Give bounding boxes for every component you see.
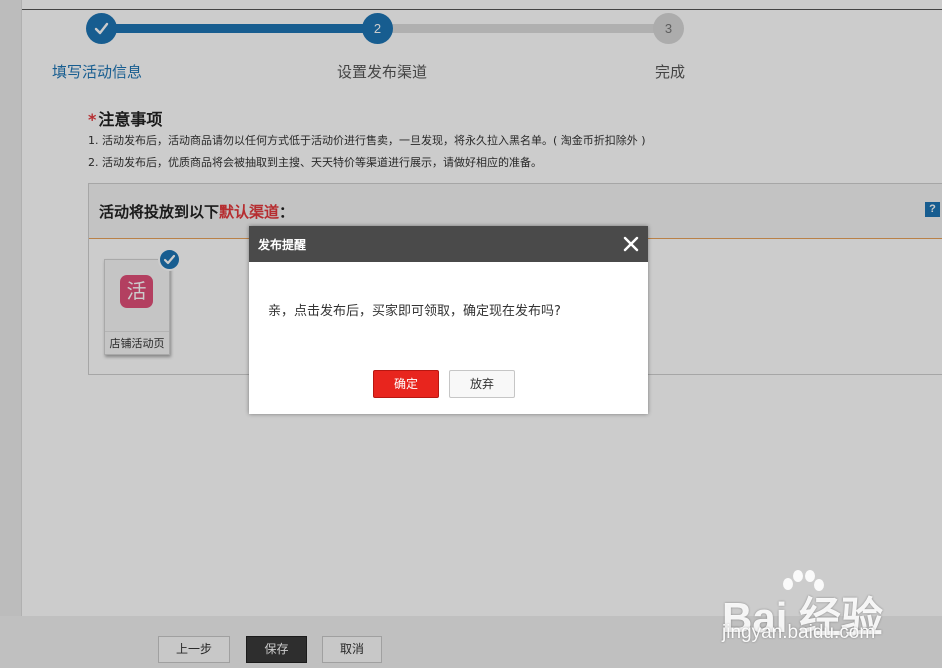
publish-confirm-dialog: 发布提醒 亲，点击发布后，买家即可领取，确定现在发布吗? 确定 放弃 [249, 226, 648, 414]
dialog-header: 发布提醒 [249, 226, 648, 262]
confirm-button[interactable]: 确定 [373, 370, 439, 398]
close-icon[interactable] [622, 235, 640, 253]
baidu-jingyan-watermark: Bai 经验 jingyan.baidu.com [722, 570, 932, 650]
dialog-title: 发布提醒 [258, 238, 307, 252]
abandon-button[interactable]: 放弃 [449, 370, 515, 398]
dialog-message: 亲，点击发布后，买家即可领取，确定现在发布吗? [268, 304, 561, 319]
watermark-url: jingyan.baidu.com [722, 622, 876, 643]
